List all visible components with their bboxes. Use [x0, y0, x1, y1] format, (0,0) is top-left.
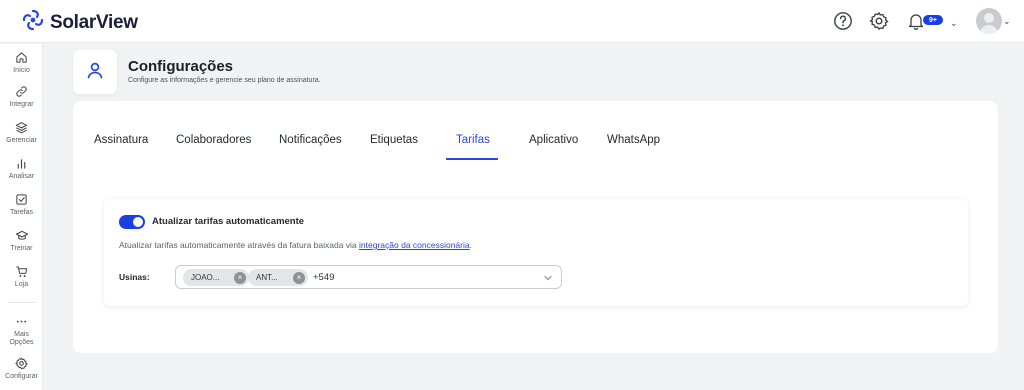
usinas-multiselect[interactable]: JOAO... × ANT... × +549: [175, 265, 562, 289]
graduation-cap-icon: [15, 228, 29, 242]
page-header-icon-card: [73, 50, 117, 94]
sidebar-item-mais-opcoes[interactable]: Mais Opções: [0, 314, 43, 352]
layers-icon: [15, 120, 29, 134]
top-bar: SolarView 9+ ⌄ ⌄: [0, 0, 1024, 43]
sidebar-item-label: Início: [13, 67, 30, 74]
tab-etiquetas[interactable]: Etiquetas: [370, 134, 418, 146]
tab-notificacoes[interactable]: Notificações: [279, 134, 342, 146]
sidebar-item-label: Integrar: [9, 101, 34, 108]
more-horizontal-icon: [15, 314, 29, 328]
brand-name: SolarView: [50, 11, 138, 33]
page-title: Configurações: [128, 58, 234, 75]
close-icon[interactable]: ×: [293, 271, 305, 284]
active-tab-indicator: [446, 158, 498, 160]
sidebar-item-label: Analisar: [8, 173, 35, 180]
tab-whatsapp[interactable]: WhatsApp: [607, 134, 660, 146]
help-circle-icon[interactable]: [832, 10, 854, 32]
sidebar-item-configurar[interactable]: Configurar: [0, 356, 43, 390]
close-icon[interactable]: ×: [234, 271, 246, 284]
tab-colaboradores[interactable]: Colaboradores: [176, 134, 251, 146]
gear-icon: [15, 356, 29, 370]
solarview-logo-icon: [22, 9, 44, 36]
brand[interactable]: SolarView: [22, 9, 138, 36]
tab-aplicativo[interactable]: Aplicativo: [529, 134, 578, 146]
notifications-button[interactable]: 9+ ⌄: [906, 9, 958, 35]
check-square-icon: [15, 192, 29, 206]
tariff-settings-panel: Atualizar tarifas automaticamente Atuali…: [104, 199, 968, 306]
sidebar-item-label: Loja: [14, 281, 29, 288]
sidebar-divider: [8, 302, 35, 303]
settings-card: Assinatura Colaboradores Notificações Et…: [73, 101, 998, 353]
tab-assinatura[interactable]: Assinatura: [94, 134, 148, 146]
gear-icon[interactable]: [868, 10, 890, 32]
chevron-down-icon[interactable]: ⌄: [1003, 16, 1011, 27]
auto-update-label: Atualizar tarifas automaticamente: [152, 216, 305, 227]
sidebar-item-integrar[interactable]: Integrar: [0, 84, 43, 118]
user-icon: [85, 60, 105, 85]
chevron-down-icon: ⌄: [950, 18, 958, 28]
usinas-label: Usinas:: [119, 272, 150, 282]
sidebar-item-gerenciar[interactable]: Gerenciar: [0, 120, 43, 154]
more-count: +549: [313, 272, 335, 283]
notification-count-badge: 9+: [922, 14, 944, 26]
sidebar-item-label: Tarefas: [10, 209, 33, 216]
sidebar-item-label: Gerenciar: [6, 137, 37, 144]
sidebar-item-label: Treinar: [10, 245, 33, 252]
chip-label: JOAO...: [191, 273, 220, 282]
tab-tarifas[interactable]: Tarifas: [456, 134, 490, 146]
link-icon: [15, 84, 29, 98]
usina-chip: ANT... ×: [248, 269, 308, 286]
sidebar-item-analisar[interactable]: Analisar: [0, 156, 43, 190]
sidebar-item-label: Mais Opções: [9, 331, 34, 346]
cart-icon: [15, 264, 29, 278]
chevron-down-icon[interactable]: [542, 271, 554, 289]
sidebar-item-inicio[interactable]: Início: [0, 50, 43, 84]
auto-update-toggle[interactable]: [119, 215, 145, 229]
sidebar-item-loja[interactable]: Loja: [0, 264, 43, 298]
sidebar-item-treinar[interactable]: Treinar: [0, 228, 43, 262]
description-end: .: [469, 240, 472, 250]
sidebar-item-tarefas[interactable]: Tarefas: [0, 192, 43, 226]
settings-tabs: Assinatura Colaboradores Notificações Et…: [73, 101, 998, 161]
avatar[interactable]: [976, 8, 1002, 34]
usina-chip: JOAO... ×: [183, 269, 249, 286]
sidebar: Início Integrar Gerenciar Analisar Taref…: [0, 44, 43, 390]
integration-link[interactable]: integração da concessionária: [359, 240, 470, 250]
description-text: Atualizar tarifas automaticamente atravé…: [119, 240, 360, 250]
chip-label: ANT...: [256, 273, 278, 282]
bar-chart-icon: [15, 156, 29, 170]
auto-update-description: Atualizar tarifas automaticamente atravé…: [119, 240, 472, 250]
home-icon: [15, 50, 29, 64]
page-subtitle: Configure as informações e gerencie seu …: [128, 77, 321, 84]
sidebar-item-label: Configurar: [5, 373, 38, 380]
